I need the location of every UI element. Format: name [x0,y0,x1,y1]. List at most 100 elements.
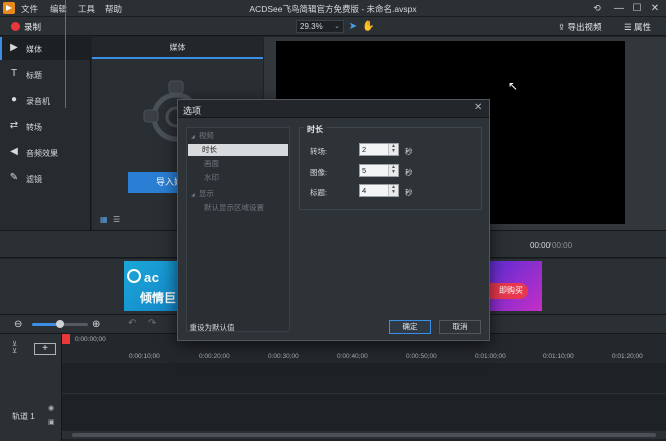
arrow-down-icon[interactable]: ▼ [391,190,396,195]
lock-icon[interactable]: ▣ [48,418,55,426]
sidebar-item-audio-effect[interactable]: ◀ 音频效果 [0,141,91,164]
expand-arrow-icon: ◢ [191,134,195,140]
track-row-empty[interactable] [0,364,666,394]
menu-file[interactable]: 文件 [21,3,38,15]
ad-banner-right[interactable]: 即购买 [488,261,542,311]
app-window: 文件 编辑 工具 帮助 ACDSee飞鸟简辑官方免费版 - 未命名.avspx … [0,0,666,441]
banner-logo-text: ac [144,270,160,285]
tree-item-video[interactable]: ◢ 视频 [191,130,214,142]
grid-view-icon[interactable]: ▦ [100,216,108,224]
sidebar: ▶ 媒体 T 标题 ● 录音机 ⇄ 转场 ◀ 音频效果 ✎ 滤镜 [0,37,91,230]
tree-item-watermark[interactable]: 水印 [204,172,219,184]
dialog-title: 选项 [183,106,202,116]
scrollbar-thumb[interactable] [72,433,656,437]
tick-label: 0:00:40;00 [337,353,368,360]
redo-icon[interactable]: ↷ [148,318,156,329]
tree-item-default-area[interactable]: 默认显示区域设置 [204,202,264,214]
menu-tools[interactable]: 工具 [78,3,95,15]
close-button[interactable]: ✕ [644,0,666,17]
time-separator: / [549,241,552,250]
window-title: ACDSee飞鸟简辑官方免费版 - 未命名.avspx [249,4,417,14]
sidebar-item-label: 转场 [26,123,42,132]
sidebar-item-recorder[interactable]: ● 录音机 [0,89,91,112]
filter-icon: ✎ [9,172,19,183]
mouse-cursor-icon: ↖ [508,79,519,93]
stepper-arrows[interactable]: ▲ ▼ [388,165,398,176]
image-duration-label: 图像: [310,168,328,177]
stepper-arrows[interactable]: ▲ ▼ [388,144,398,155]
zoom-in-icon[interactable]: ⊕ [92,319,100,330]
sidebar-item-media[interactable]: ▶ 媒体 [0,37,91,60]
sidebar-item-title[interactable]: T 标题 [0,63,91,86]
transition-duration-stepper[interactable]: 2 ▲ ▼ [359,143,399,156]
tab-media[interactable]: 媒体 [92,37,263,59]
list-view-icon[interactable]: ☰ [113,216,121,224]
current-time: 00:00 [530,241,551,250]
track-tools-icon[interactable]: ⊻ ⊻ [12,341,17,355]
unit-label: 秒 [405,147,413,156]
settings-icon[interactable]: ⟲ [586,0,608,17]
tick-label: 0:00:30;00 [268,353,299,360]
image-duration-stepper[interactable]: 5 ▲ ▼ [359,164,399,177]
record-icon[interactable] [11,22,20,31]
sidebar-item-label: 滤镜 [26,175,42,184]
title-duration-value: 4 [362,186,367,195]
sidebar-item-filter[interactable]: ✎ 滤镜 [0,167,91,190]
import-media-button[interactable]: 导入媒体 [128,172,184,193]
banner-promo-text: 倾情巨 [140,291,177,305]
eye-icon[interactable]: ◉ [48,404,54,412]
unit-label: 秒 [405,168,413,177]
hand-tool-icon[interactable]: ✋ [362,20,374,33]
list-icon: ☰ [624,22,634,32]
zoom-select[interactable]: 29.3% ⌄ [296,20,344,33]
menu-help[interactable]: 帮助 [105,3,122,15]
title-bar: 文件 编辑 工具 帮助 ACDSee飞鸟简辑官方免费版 - 未命名.avspx … [0,0,666,17]
stepper-arrows[interactable]: ▲ ▼ [388,185,398,196]
track-header-1[interactable]: 轨道 1 ◉ ▣ [0,394,62,441]
reset-defaults-button[interactable]: 重设为默认值 [186,320,238,334]
image-duration-value: 5 [362,166,367,175]
audio-effect-icon: ◀ [10,146,18,157]
options-dialog: 选项 ✕ ◢ 视频 时长 画面 水印 ◢ 显示 默认显示区域设置 时长 转场: 2 … [177,99,490,341]
cancel-button[interactable]: 取消 [439,320,481,334]
tree-item-duration[interactable]: 时长 [188,144,288,156]
sidebar-item-label: 标题 [26,71,42,80]
media-icon: ▶ [10,42,18,53]
export-label: 导出视频 [567,22,602,32]
zoom-out-icon[interactable]: ⊖ [14,319,22,330]
tree-item-label: 显示 [198,189,214,198]
zoom-slider-handle[interactable] [56,320,64,328]
arrow-down-icon[interactable]: ▼ [391,170,396,175]
tick-label: 0:00:50;00 [406,353,437,360]
zoom-value: 29.3% [300,22,323,31]
close-icon[interactable]: ✕ [474,102,482,113]
title-duration-label: 标题: [310,188,328,197]
sidebar-item-label: 录音机 [26,97,50,106]
undo-icon[interactable]: ↶ [128,318,136,329]
track-label: 轨道 1 [12,412,35,421]
record-button[interactable]: 录制 [24,21,41,33]
sidebar-item-transition[interactable]: ⇄ 转场 [0,115,91,138]
buy-now-button[interactable]: 即购买 [488,283,528,299]
properties-button[interactable]: ☰ 属性 [624,21,651,33]
sidebar-item-label: 音频效果 [26,149,58,158]
pointer-tool-icon[interactable]: ➤ [347,20,359,33]
total-time: 00:00 [552,241,573,250]
transition-duration-label: 转场: [310,147,328,156]
ad-banner-left[interactable]: ac 倾情巨 [124,261,179,311]
add-track-button[interactable]: + [34,343,56,355]
tree-item-display[interactable]: ◢ 显示 [191,188,214,200]
title-duration-stepper[interactable]: 4 ▲ ▼ [359,184,399,197]
arrow-down-icon[interactable]: ▼ [391,149,396,154]
properties-label: 属性 [633,22,651,32]
group-title: 时长 [304,124,326,135]
tree-item-frame[interactable]: 画面 [204,158,219,170]
tick-label: 0:00:20;00 [199,353,230,360]
microphone-icon: ● [10,94,18,105]
export-video-button[interactable]: ⇪ 导出视频 [558,21,602,33]
expand-arrow-icon: ◢ [191,192,195,198]
tree-item-label: 视频 [198,131,214,140]
playhead-handle[interactable] [62,334,70,344]
ok-button[interactable]: 确定 [389,320,431,334]
tick-label: 0:01:10;00 [543,353,574,360]
